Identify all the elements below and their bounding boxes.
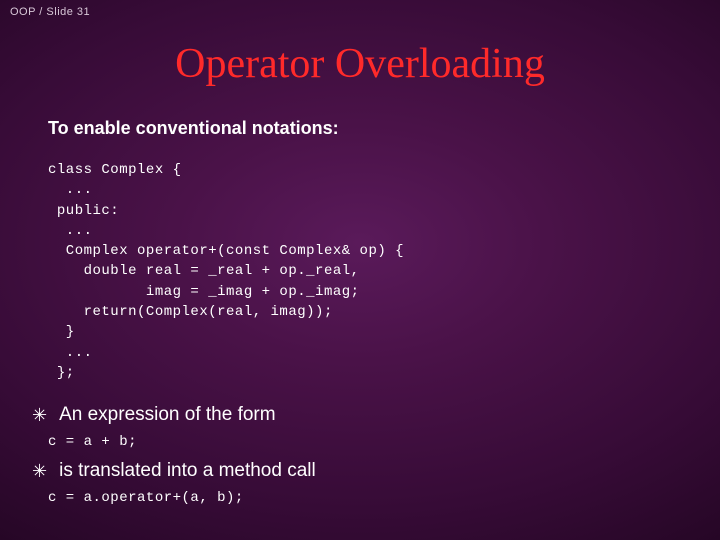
code-expression-2: c = a.operator+(a, b); <box>48 490 244 506</box>
bullet-icon: ✳ <box>32 461 47 482</box>
slide-title: Operator Overloading <box>0 40 720 88</box>
code-block-main: class Complex { ... public: ... Complex … <box>48 160 404 383</box>
code-expression-1: c = a + b; <box>48 434 137 450</box>
bullet-text-2: is translated into a method call <box>59 460 316 482</box>
bullet-item-1: ✳ An expression of the form <box>32 404 276 426</box>
bullet-item-2: ✳ is translated into a method call <box>32 460 316 482</box>
slide-subtitle: To enable conventional notations: <box>48 118 339 139</box>
bullet-text-1: An expression of the form <box>59 404 276 426</box>
bullet-icon: ✳ <box>32 405 47 426</box>
slide-header: OOP / Slide 31 <box>10 6 90 18</box>
slide: OOP / Slide 31 Operator Overloading To e… <box>0 0 720 540</box>
